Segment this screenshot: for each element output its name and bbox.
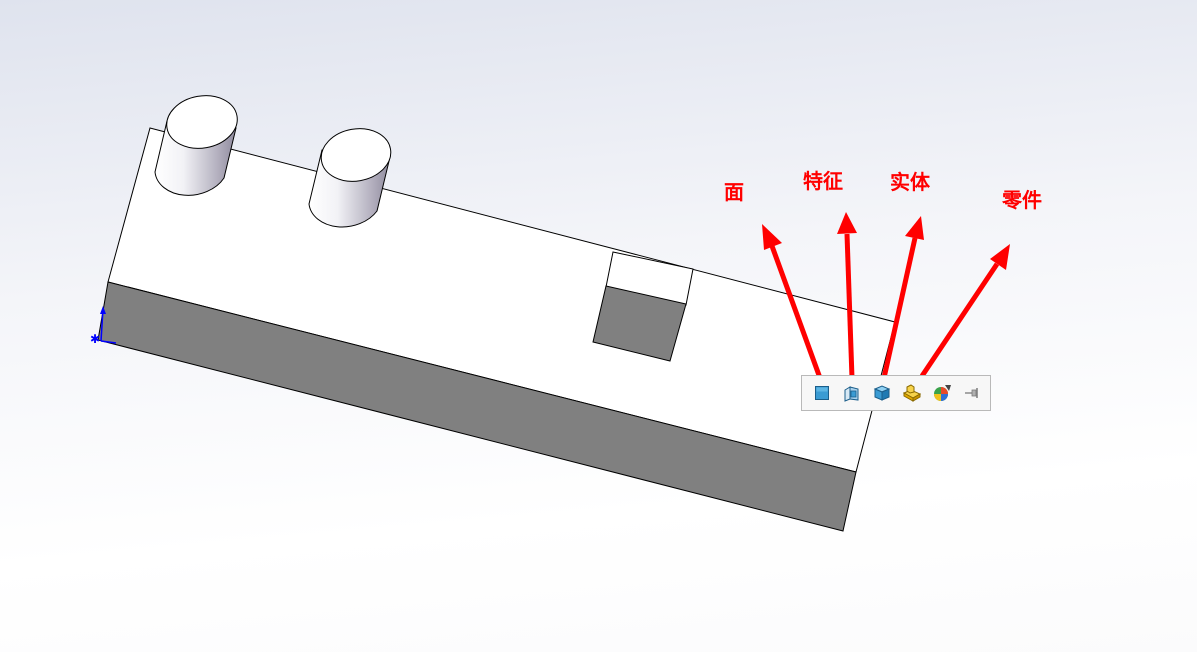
label-feature: 特征 <box>803 169 843 193</box>
appearance-icon <box>934 385 951 401</box>
model-part[interactable] <box>97 90 896 532</box>
pin-icon <box>965 388 978 398</box>
selection-context-toolbar <box>801 375 991 411</box>
part-icon <box>902 384 922 402</box>
appearance-button[interactable] <box>930 381 954 405</box>
select-feature-button[interactable] <box>840 381 864 405</box>
face-icon <box>815 386 829 400</box>
select-face-button[interactable] <box>810 381 834 405</box>
pin-button[interactable] <box>960 381 984 405</box>
label-part: 零件 <box>1002 188 1042 212</box>
arrow-part <box>919 244 1010 378</box>
label-body: 实体 <box>890 170 930 194</box>
graphics-viewport[interactable]: ✱ <box>0 0 1197 652</box>
select-body-button[interactable] <box>870 381 894 405</box>
svg-text:✱: ✱ <box>90 332 100 346</box>
select-part-button[interactable] <box>900 381 924 405</box>
feature-icon <box>844 386 859 402</box>
arrow-body <box>881 216 924 379</box>
body-icon <box>873 385 891 401</box>
label-face: 面 <box>724 180 744 204</box>
